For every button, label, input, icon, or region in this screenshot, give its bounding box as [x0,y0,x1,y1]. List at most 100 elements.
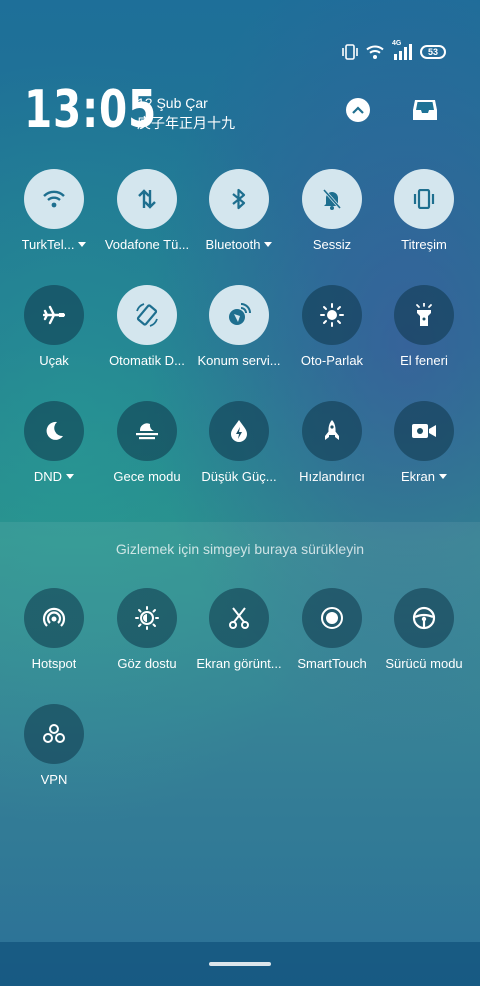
tile-eye-comfort-button[interactable] [117,588,177,648]
tile-bluetooth-button[interactable] [209,169,269,229]
dropdown-caret-icon[interactable] [264,242,273,247]
dropdown-caret-icon[interactable] [438,474,447,479]
dropdown-caret-icon[interactable] [78,242,87,247]
tile-night-mode[interactable]: Gece modu [99,401,195,484]
tile-screen-record[interactable]: Ekran [376,401,472,484]
tile-label: Oto-Parlak [300,353,364,368]
tile-label: Bluetooth [205,237,261,252]
tile-vibrate[interactable]: Titreşim [376,169,472,252]
tile-label: Uçak [39,353,69,368]
tile-power-saver-button[interactable] [209,401,269,461]
tile-label: Konum servi... [197,353,281,368]
tile-label: Ekran görünt... [196,656,282,671]
vpn-icon [43,724,65,743]
tile-label: Gece modu [113,469,181,484]
tile-label: DND [33,469,63,484]
tile-label: TurkTel... [21,237,75,252]
tile-night-mode-button[interactable] [117,401,177,461]
tile-label: Vodafone Tü... [104,237,190,252]
tile-silent-button[interactable] [302,169,362,229]
tile-label: Hotspot [31,656,77,671]
tile-wifi[interactable]: TurkTel... [6,169,102,252]
dropdown-caret-icon[interactable] [66,474,75,479]
tile-accelerator[interactable]: Hızlandırıcı [284,401,380,484]
bell-off-icon [322,189,342,210]
notification-inbox-button[interactable] [412,98,438,122]
tile-label: SmartTouch [297,656,367,671]
tile-label: Göz dostu [117,656,177,671]
tile-label: Sessiz [312,237,352,252]
home-gesture-handle[interactable] [209,962,271,966]
tile-wifi-button[interactable] [24,169,84,229]
auto-rotate-icon [136,303,158,327]
tile-hotspot[interactable]: Hotspot [6,588,102,671]
hotspot-icon [42,607,66,627]
chevron-up-icon [352,106,364,114]
signal-status-icon: 4G [392,40,412,60]
wifi-status-icon [366,45,384,59]
tile-airplane-button[interactable] [24,285,84,345]
battery-icon: 53 [420,45,446,59]
steering-wheel-icon [412,606,436,630]
tile-auto-rotate-button[interactable] [117,285,177,345]
lunar-date: 庚子年正月十九 [137,115,235,131]
flashlight-icon [416,303,432,326]
collapse-button[interactable] [346,98,370,122]
tile-mobile-data-button[interactable] [117,169,177,229]
location-icon [229,303,251,325]
moon-icon [46,421,63,440]
tile-bluetooth[interactable]: Bluetooth [191,169,287,252]
tile-driving-mode-button[interactable] [394,588,454,648]
tile-accelerator-button[interactable] [302,401,362,461]
mobile-data-icon [138,189,156,209]
eye-comfort-icon [135,606,159,630]
tile-silent[interactable]: Sessiz [284,169,380,252]
night-mode-icon [136,423,158,440]
tile-vibrate-button[interactable] [394,169,454,229]
tile-label: Hızlandırıcı [299,469,365,484]
tile-airplane[interactable]: Uçak [6,285,102,368]
status-bar: 4G 53 [342,40,446,60]
date: 12 Şub Çar [137,95,208,111]
tile-power-saver[interactable]: Düşük Güç... [191,401,287,484]
screenshot-icon [229,607,249,629]
tile-label: Titreşim [401,237,447,252]
tile-label: Sürücü modu [385,656,463,671]
tile-eye-comfort[interactable]: Göz dostu [99,588,195,671]
tile-mobile-data[interactable]: Vodafone Tü... [99,169,195,252]
tile-screenshot[interactable]: Ekran görünt... [191,588,287,671]
vibrate-icon [413,189,435,209]
tile-label: El feneri [400,353,448,368]
tile-dnd-button[interactable] [24,401,84,461]
date-block[interactable]: 12 Şub Çar 庚子年正月十九 [137,93,235,133]
inbox-icon [413,100,437,120]
tile-screen-record-button[interactable] [394,401,454,461]
tile-location[interactable]: Konum servi... [191,285,287,368]
tile-auto-brightness[interactable]: Oto-Parlak [284,285,380,368]
brightness-icon [320,303,344,327]
wifi-icon [43,190,65,208]
tile-smarttouch[interactable]: SmartTouch [284,588,380,671]
tile-vpn[interactable]: VPN [6,704,102,787]
tile-flashlight-button[interactable] [394,285,454,345]
tile-label: Ekran [401,469,435,484]
tile-smarttouch-button[interactable] [302,588,362,648]
tile-driving-mode[interactable]: Sürücü modu [376,588,472,671]
tile-label: Düşük Güç... [201,469,277,484]
smarttouch-icon [321,607,343,629]
tile-label: VPN [40,772,68,787]
tile-hotspot-button[interactable] [24,588,84,648]
rocket-icon [325,420,339,440]
tile-dnd[interactable]: DND [6,401,102,484]
tile-auto-brightness-button[interactable] [302,285,362,345]
tile-flashlight[interactable]: El feneri [376,285,472,368]
drag-hint: Gizlemek için simgeyi buraya sürükleyin [115,541,365,557]
battery-level: 53 [427,47,438,57]
vibrate-status-icon [342,44,358,60]
airplane-icon [43,305,65,325]
bluetooth-icon [232,188,246,210]
tile-screenshot-button[interactable] [209,588,269,648]
tile-vpn-button[interactable] [24,704,84,764]
tile-location-button[interactable] [209,285,269,345]
tile-auto-rotate[interactable]: Otomatik D... [99,285,195,368]
